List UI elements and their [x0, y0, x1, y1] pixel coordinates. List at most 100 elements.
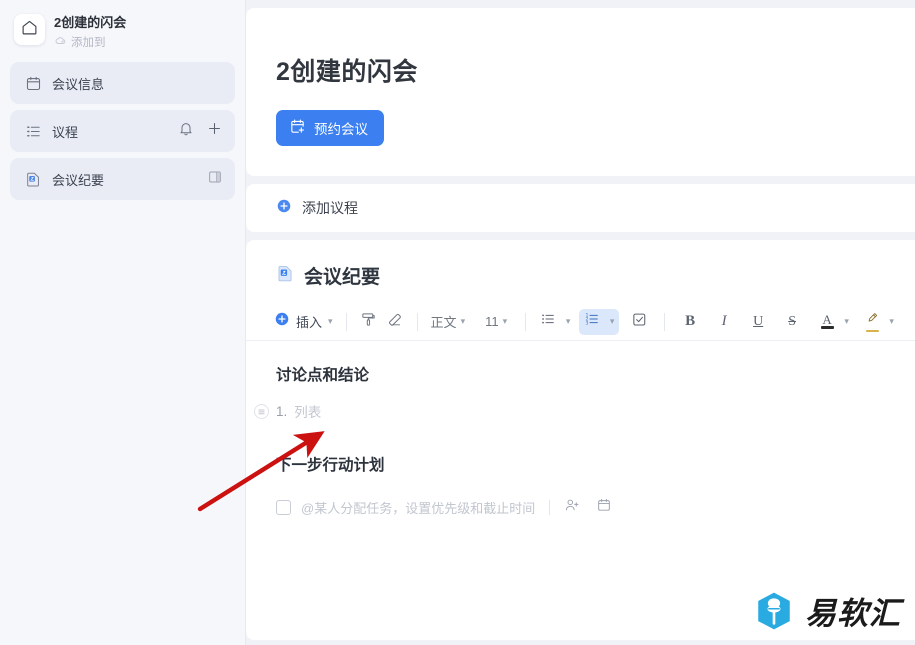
- cloud-sync-icon: [54, 34, 67, 52]
- strikethrough-icon: S: [788, 313, 797, 329]
- calendar-icon: [24, 75, 42, 92]
- sidebar-header-text: 2创建的闪会 添加到: [54, 12, 126, 52]
- doc-blue-icon: [276, 264, 295, 288]
- due-date-icon[interactable]: [596, 497, 612, 518]
- format-painter-button[interactable]: [356, 309, 382, 335]
- svg-text:3: 3: [586, 320, 589, 326]
- checkbox-list-icon: [631, 311, 648, 333]
- doc-blue-icon: [24, 171, 42, 188]
- numbered-list-icon: 1 2 3: [584, 311, 600, 332]
- underline-button[interactable]: U: [745, 309, 771, 335]
- app-root: 2创建的闪会 添加到 会议信息 议程 会议纪要 2创建的闪会 预约会议 添加议程…: [0, 0, 915, 645]
- text-color-caret[interactable]: ▾: [840, 309, 853, 335]
- sidebar-sync-row[interactable]: 添加到: [54, 34, 126, 52]
- add-agenda-label: 添加议程: [302, 200, 358, 216]
- bullet-list-icon: [540, 311, 556, 332]
- sidebar-item-label: 会议信息: [52, 76, 105, 92]
- book-meeting-label: 预约会议: [314, 122, 368, 137]
- home-button[interactable]: [14, 14, 45, 45]
- todo-placeholder: @某人分配任务，设置优先级和截止时间: [301, 501, 536, 516]
- chevron-down-icon: ▾: [889, 316, 894, 326]
- insert-button[interactable]: 插入 ▾: [272, 309, 337, 335]
- italic-icon: I: [721, 313, 727, 329]
- sidebar-sync-label: 添加到: [71, 36, 106, 49]
- sidebar-minutes-actions: [207, 169, 223, 190]
- clear-format-button[interactable]: [382, 309, 408, 335]
- drag-handle-icon[interactable]: [254, 403, 269, 419]
- sidebar-item-label: 会议纪要: [52, 172, 105, 188]
- sidebar-item-label: 议程: [52, 124, 79, 140]
- page-title: 2创建的闪会: [276, 58, 418, 86]
- chevron-down-icon: ▾: [565, 316, 571, 326]
- highlight-caret[interactable]: ▾: [885, 309, 898, 335]
- numbered-list-button[interactable]: 1 2 3: [579, 309, 605, 335]
- book-meeting-button[interactable]: 预约会议: [276, 110, 384, 146]
- minutes-card: 会议纪要 插入 ▾ 正文 ▾ 11 ▾ ▾ 1 2 3 ▾ B I U S A …: [246, 240, 915, 640]
- chevron-down-icon: ▾: [460, 316, 466, 326]
- todo-divider: [549, 500, 551, 515]
- list-item[interactable]: 1. 列表: [254, 401, 915, 421]
- plus-circle-icon: [276, 198, 292, 219]
- minutes-title: 会议纪要: [304, 267, 381, 288]
- highlight-button[interactable]: [859, 309, 885, 335]
- chevron-down-icon: ▾: [502, 316, 508, 326]
- checklist-button[interactable]: [626, 309, 652, 335]
- toolbar-divider: [345, 312, 347, 331]
- minutes-header: 会议纪要: [246, 262, 915, 289]
- text-color-swatch: [820, 326, 834, 329]
- bold-button[interactable]: B: [677, 309, 703, 335]
- minutes-body: 讨论点和结论 1. 列表 下一步行动计划 @某人分配任务，设置优先级和截止时间: [246, 341, 915, 518]
- main-content: 2创建的闪会 预约会议 添加议程 会议纪要 插入 ▾ 正文 ▾ 11 ▾ ▾ 1…: [246, 0, 915, 645]
- italic-button[interactable]: I: [711, 309, 737, 335]
- paragraph-style-value: 正文: [430, 315, 457, 330]
- yiruanhui-logo-icon: [753, 590, 795, 637]
- bold-icon: B: [685, 313, 696, 329]
- watermark-text: 易软汇: [805, 596, 901, 631]
- chevron-down-icon: ▾: [609, 316, 615, 326]
- strikethrough-button[interactable]: S: [779, 309, 805, 335]
- sidebar-item-meeting-info[interactable]: 会议信息: [10, 62, 235, 104]
- bullet-list-caret[interactable]: ▾: [561, 309, 575, 335]
- list-item-text: 列表: [294, 405, 322, 420]
- highlighter-icon: [865, 311, 880, 329]
- add-agenda-card[interactable]: 添加议程: [246, 184, 915, 232]
- sidebar-meeting-title: 2创建的闪会: [54, 15, 127, 30]
- hero-card: 2创建的闪会 预约会议: [246, 8, 915, 176]
- plus-circle-icon: [274, 311, 290, 332]
- calendar-plus-icon: [289, 118, 306, 138]
- text-color-icon: A: [822, 312, 832, 328]
- sidebar-header: 2创建的闪会 添加到: [10, 8, 235, 62]
- chevron-down-icon: ▾: [328, 316, 333, 326]
- toolbar-divider: [416, 312, 418, 331]
- numbered-list-caret[interactable]: ▾: [605, 309, 619, 335]
- home-icon: [21, 19, 38, 41]
- toolbar-divider: [525, 312, 527, 331]
- sidebar: 2创建的闪会 添加到 会议信息 议程 会议纪要: [0, 0, 246, 645]
- underline-icon: U: [753, 313, 764, 329]
- bullet-list-button[interactable]: [535, 309, 561, 335]
- section-heading-next-steps: 下一步行动计划: [276, 457, 385, 474]
- font-size-value: 11: [485, 314, 499, 329]
- paragraph-style-select[interactable]: 正文 ▾: [427, 309, 470, 335]
- numbered-list-control[interactable]: 1 2 3 ▾: [579, 308, 620, 335]
- panel-icon[interactable]: [207, 169, 223, 190]
- list-item-marker: 1.: [276, 403, 288, 419]
- todo-row[interactable]: @某人分配任务，设置优先级和截止时间: [276, 497, 915, 518]
- highlight-swatch: [865, 329, 879, 333]
- sidebar-item-minutes[interactable]: 会议纪要: [10, 158, 235, 200]
- section-heading-discussion: 讨论点和结论: [276, 367, 370, 384]
- assign-person-icon[interactable]: [564, 497, 580, 518]
- text-color-button[interactable]: A: [814, 309, 840, 335]
- font-size-select[interactable]: 11 ▾: [481, 309, 511, 335]
- sidebar-item-agenda[interactable]: 议程: [10, 110, 235, 152]
- chevron-down-icon: ▾: [844, 316, 849, 326]
- insert-label: 插入: [296, 315, 323, 330]
- sidebar-agenda-actions: [178, 120, 223, 142]
- watermark: 易软汇: [753, 590, 901, 637]
- bell-icon[interactable]: [178, 121, 194, 142]
- checkbox-icon[interactable]: [276, 500, 291, 515]
- plus-icon[interactable]: [206, 120, 223, 142]
- editor-toolbar: 插入 ▾ 正文 ▾ 11 ▾ ▾ 1 2 3 ▾ B I U S A ▾ ▾: [246, 303, 915, 341]
- bullet-list-control[interactable]: ▾: [535, 309, 575, 335]
- eraser-icon: [386, 311, 403, 333]
